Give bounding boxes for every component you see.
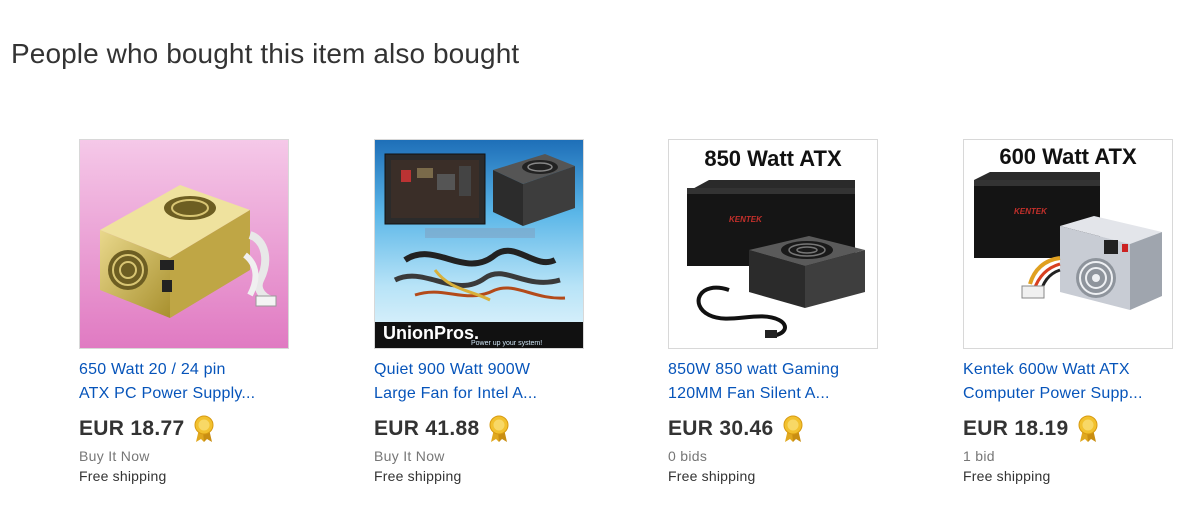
image-brand: KENTEK	[729, 215, 763, 224]
price-row: EUR 18.77	[79, 414, 319, 444]
image-subcaption: Power up your system!	[471, 340, 542, 347]
power-supply-image	[80, 140, 288, 348]
product-title-line2: Computer Power Supp...	[963, 385, 1143, 402]
product-title-line2: 120MM Fan Silent A...	[668, 385, 830, 402]
product-image-link[interactable]: 600 Watt ATX KENTEK	[963, 139, 1173, 349]
price: EUR 41.88	[374, 417, 480, 440]
image-brand: KENTEK	[1014, 207, 1048, 216]
price-row: EUR 41.88	[374, 414, 614, 444]
product-card: 600 Watt ATX KENTEK Kentek 600w Watt ATX…	[963, 139, 1200, 486]
buying-format: Buy It Now	[374, 448, 445, 464]
power-supply-image: 600 Watt ATX KENTEK	[964, 140, 1172, 348]
price-row: EUR 18.19	[963, 414, 1200, 444]
product-card: 850 Watt ATX KENTEK 850W 850 watt Gaming…	[668, 139, 908, 486]
shipping-info: Free shipping	[963, 468, 1051, 484]
product-title-link[interactable]: 650 Watt 20 / 24 pin ATX PC Power Supply…	[79, 358, 299, 406]
image-caption: 850 Watt ATX	[704, 146, 842, 171]
shipping-info: Free shipping	[79, 468, 167, 484]
product-title-line2: ATX PC Power Supply...	[79, 385, 256, 402]
product-title-link[interactable]: Quiet 900 Watt 900W Large Fan for Intel …	[374, 358, 594, 406]
shipping-info: Free shipping	[668, 468, 756, 484]
top-rated-seller-ribbon-icon	[194, 415, 214, 442]
top-rated-seller-ribbon-icon	[489, 415, 509, 442]
image-caption: UnionPros.	[383, 323, 479, 343]
product-title-line1: 650 Watt 20 / 24 pin	[79, 361, 226, 378]
bid-count: 1 bid	[963, 448, 995, 464]
top-rated-seller-ribbon-icon	[783, 415, 803, 442]
buying-format: Buy It Now	[79, 448, 150, 464]
product-title-link[interactable]: 850W 850 watt Gaming 120MM Fan Silent A.…	[668, 358, 888, 406]
power-supply-image: UnionPros. Power up your system!	[375, 140, 583, 348]
product-carousel: 650 Watt 20 / 24 pin ATX PC Power Supply…	[0, 0, 1200, 513]
price: EUR 18.77	[79, 417, 185, 440]
product-title-line1: Kentek 600w Watt ATX	[963, 361, 1130, 378]
product-card: 650 Watt 20 / 24 pin ATX PC Power Supply…	[79, 139, 319, 486]
top-rated-seller-ribbon-icon	[1078, 415, 1098, 442]
product-title-link[interactable]: Kentek 600w Watt ATX Computer Power Supp…	[963, 358, 1183, 406]
price: EUR 30.46	[668, 417, 774, 440]
power-supply-image: 850 Watt ATX KENTEK	[669, 140, 877, 348]
product-image-link[interactable]: 850 Watt ATX KENTEK	[668, 139, 878, 349]
product-image-link[interactable]: UnionPros. Power up your system!	[374, 139, 584, 349]
shipping-info: Free shipping	[374, 468, 462, 484]
product-image-link[interactable]	[79, 139, 289, 349]
product-title-line1: 850W 850 watt Gaming	[668, 361, 840, 378]
image-caption: 600 Watt ATX	[999, 144, 1137, 169]
price: EUR 18.19	[963, 417, 1069, 440]
product-card: UnionPros. Power up your system! Quiet 9…	[374, 139, 614, 486]
product-title-line2: Large Fan for Intel A...	[374, 385, 538, 402]
product-title-line1: Quiet 900 Watt 900W	[374, 361, 531, 378]
bid-count: 0 bids	[668, 448, 708, 464]
price-row: EUR 30.46	[668, 414, 908, 444]
